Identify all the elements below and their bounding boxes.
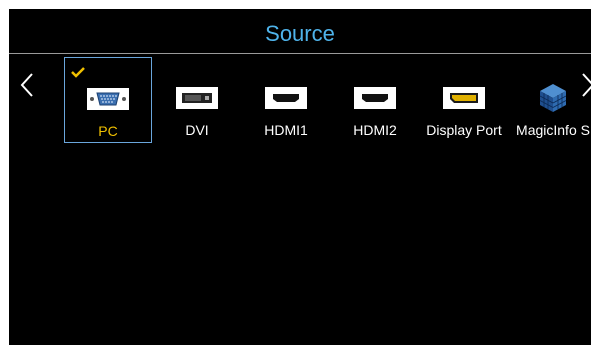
source-item-magicinfo-s[interactable]: MagicInfo S — [509, 57, 597, 143]
hdmi-port-icon — [265, 87, 307, 109]
vga-port-icon — [87, 88, 129, 110]
source-item-hdmi2[interactable]: HDMI2 — [331, 57, 419, 143]
source-item-dvi[interactable]: DVI — [153, 57, 241, 143]
source-item-pc[interactable]: PC — [64, 57, 152, 143]
screen-title: Source — [265, 21, 335, 46]
source-label-magicinfo-s: MagicInfo S — [516, 122, 590, 138]
title-divider — [9, 53, 591, 54]
dvi-port-icon — [176, 87, 218, 109]
source-item-hdmi1[interactable]: HDMI1 — [242, 57, 330, 143]
source-item-display-port[interactable]: Display Port — [420, 57, 508, 143]
chevron-left-icon[interactable] — [19, 71, 35, 99]
magicinfo-cube-icon — [538, 83, 568, 113]
hdmi-port-icon — [354, 87, 396, 109]
checkmark-icon — [70, 65, 86, 83]
displayport-icon — [443, 87, 485, 109]
source-label-pc: PC — [98, 123, 118, 139]
source-screen: Source PC DVI HDMI1 HDMI2 Display Port M… — [9, 9, 595, 345]
